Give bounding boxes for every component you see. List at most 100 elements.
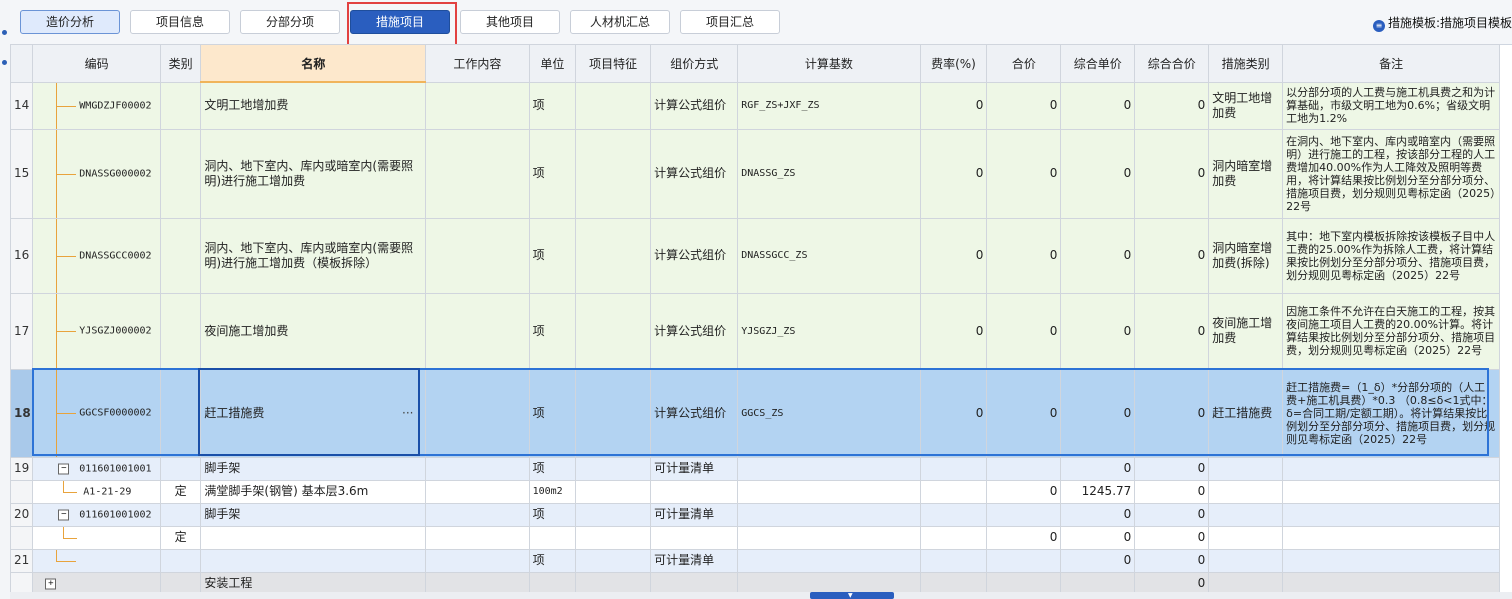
unit-price-cell[interactable]: 0 [1060, 525, 1136, 550]
unit-cell[interactable]: 100m2 [528, 479, 577, 504]
combined-total-cell[interactable]: 0 [1134, 217, 1210, 294]
combined-total-cell[interactable]: 0 [1134, 292, 1210, 370]
calc-base-cell[interactable]: GGCS_ZS [737, 368, 921, 458]
category-cell[interactable] [159, 292, 202, 370]
unit-price-cell[interactable]: 0 [1060, 456, 1136, 481]
col-pricing-method[interactable]: 组价方式 [650, 44, 739, 83]
rate-cell[interactable]: 0 [919, 81, 988, 130]
unit-cell[interactable]: 项 [528, 292, 577, 370]
unit-cell[interactable]: 项 [528, 368, 577, 458]
calc-base-cell[interactable]: DNASSG_ZS [737, 128, 921, 219]
code-cell[interactable]: DNASSG000002 [32, 128, 161, 219]
measure-type-cell[interactable] [1208, 525, 1284, 550]
remarks-cell[interactable] [1282, 456, 1500, 481]
remarks-cell[interactable]: 因施工条件不允许在白天施工的工程，按其夜间施工项目人工费的20.00%计算。将计… [1282, 292, 1500, 370]
col-code[interactable]: 编码 [32, 44, 161, 83]
col-name[interactable]: 名称 [200, 44, 427, 83]
total-cell[interactable] [986, 548, 1062, 573]
horizontal-scrollbar[interactable]: ▼ [10, 592, 1512, 599]
work-content-cell[interactable] [425, 217, 530, 294]
combined-total-cell[interactable]: 0 [1134, 81, 1210, 130]
name-cell[interactable] [200, 548, 427, 573]
combined-total-cell[interactable]: 0 [1134, 571, 1210, 592]
work-content-cell[interactable] [425, 292, 530, 370]
work-content-cell[interactable] [425, 502, 530, 527]
features-cell[interactable] [575, 368, 652, 458]
code-cell[interactable]: GGCSF0000002 [32, 368, 161, 458]
rate-cell[interactable] [919, 456, 988, 481]
category-cell[interactable] [159, 128, 202, 219]
calc-base-cell[interactable] [737, 571, 921, 592]
minus-box-icon[interactable]: − [58, 463, 70, 474]
unit-cell[interactable] [528, 525, 577, 550]
table-row[interactable]: 14 WMGDZJF00002 文明工地增加费 项 计算公式组价 RGF_ZS+… [10, 81, 1500, 130]
pricing-method-cell[interactable]: 计算公式组价 [650, 81, 739, 130]
features-cell[interactable] [575, 571, 652, 592]
col-remarks[interactable]: 备注 [1282, 44, 1500, 83]
col-unit-price[interactable]: 综合单价 [1060, 44, 1136, 83]
features-cell[interactable] [575, 525, 652, 550]
work-content-cell[interactable] [425, 368, 530, 458]
work-content-cell[interactable] [425, 456, 530, 481]
table-row[interactable]: 20 −011601001002 脚手架 项 可计量清单 0 0 [10, 502, 1500, 527]
unit-price-cell[interactable]: 0 [1060, 128, 1136, 219]
name-cell[interactable]: 脚手架 [200, 502, 427, 527]
calc-base-cell[interactable]: YJSGZJ_ZS [737, 292, 921, 370]
combined-total-cell[interactable]: 0 [1134, 548, 1210, 573]
name-cell[interactable]: 满堂脚手架(钢管) 基本层3.6m [200, 479, 427, 504]
features-cell[interactable] [575, 292, 652, 370]
unit-cell[interactable]: 项 [528, 456, 577, 481]
unit-cell[interactable]: 项 [528, 502, 577, 527]
col-rate[interactable]: 费率(%) [919, 44, 988, 83]
remarks-cell[interactable]: 其中：地下室内模板拆除按该模板子目中人工费的25.00%作为拆除人工费，将计算结… [1282, 217, 1500, 294]
work-content-cell[interactable] [425, 479, 530, 504]
table-row[interactable]: A1-21-29 定 满堂脚手架(钢管) 基本层3.6m 100m2 0 124… [10, 479, 1500, 504]
measure-type-cell[interactable] [1208, 571, 1284, 592]
col-measure-type[interactable]: 措施类别 [1208, 44, 1284, 83]
table-row[interactable]: 17 YJSGZJ000002 夜间施工增加费 项 计算公式组价 YJSGZJ_… [10, 292, 1500, 370]
table-row[interactable]: 21 项 可计量清单 0 0 [10, 548, 1500, 573]
calc-base-cell[interactable] [737, 479, 921, 504]
rate-cell[interactable] [919, 479, 988, 504]
code-cell[interactable]: YJSGZJ000002 [32, 292, 161, 370]
minus-box-icon[interactable]: − [58, 509, 70, 520]
features-cell[interactable] [575, 479, 652, 504]
name-cell[interactable]: 安装工程 [200, 571, 427, 592]
name-cell[interactable]: 脚手架 [200, 456, 427, 481]
total-cell[interactable]: 0 [986, 525, 1062, 550]
remarks-cell[interactable]: 赶工措施费=（1_δ）*分部分项的（人工费+施工机具费）*0.3 （0.8≤δ<… [1282, 368, 1500, 458]
combined-total-cell[interactable]: 0 [1134, 502, 1210, 527]
name-cell[interactable]: 文明工地增加费 [200, 81, 427, 130]
code-cell[interactable] [32, 548, 161, 573]
tab-cost-analysis[interactable]: 造价分析 [20, 10, 120, 34]
measure-type-cell[interactable] [1208, 479, 1284, 504]
category-cell[interactable] [159, 502, 202, 527]
rate-cell[interactable] [919, 525, 988, 550]
col-category[interactable]: 类别 [159, 44, 202, 83]
table-row[interactable]: 16 DNASSGCC0002 洞内、地下室内、库内或暗室内(需要照明)进行施工… [10, 217, 1500, 294]
rate-cell[interactable] [919, 548, 988, 573]
tab-measure-items[interactable]: 措施项目 [350, 10, 450, 34]
work-content-cell[interactable] [425, 525, 530, 550]
category-cell[interactable]: 定 [159, 525, 202, 550]
tab-sub-items[interactable]: 分部分项 [240, 10, 340, 34]
pricing-method-cell[interactable] [650, 479, 739, 504]
total-cell[interactable]: 0 [986, 368, 1062, 458]
pricing-method-cell[interactable] [650, 571, 739, 592]
total-cell[interactable]: 0 [986, 292, 1062, 370]
name-cell[interactable]: 夜间施工增加费 [200, 292, 427, 370]
total-cell[interactable]: 0 [986, 479, 1062, 504]
pricing-method-cell[interactable]: 计算公式组价 [650, 368, 739, 458]
unit-price-cell[interactable]: 0 [1060, 368, 1136, 458]
table-row[interactable]: 19 −011601001001 脚手架 项 可计量清单 0 0 [10, 456, 1500, 481]
unit-price-cell[interactable]: 0 [1060, 217, 1136, 294]
unit-price-cell[interactable]: 0 [1060, 502, 1136, 527]
features-cell[interactable] [575, 81, 652, 130]
unit-price-cell[interactable]: 0 [1060, 292, 1136, 370]
pricing-method-cell[interactable]: 可计量清单 [650, 456, 739, 481]
features-cell[interactable] [575, 456, 652, 481]
category-cell[interactable] [159, 81, 202, 130]
work-content-cell[interactable] [425, 128, 530, 219]
combined-total-cell[interactable]: 0 [1134, 128, 1210, 219]
calc-base-cell[interactable]: RGF_ZS+JXF_ZS [737, 81, 921, 130]
